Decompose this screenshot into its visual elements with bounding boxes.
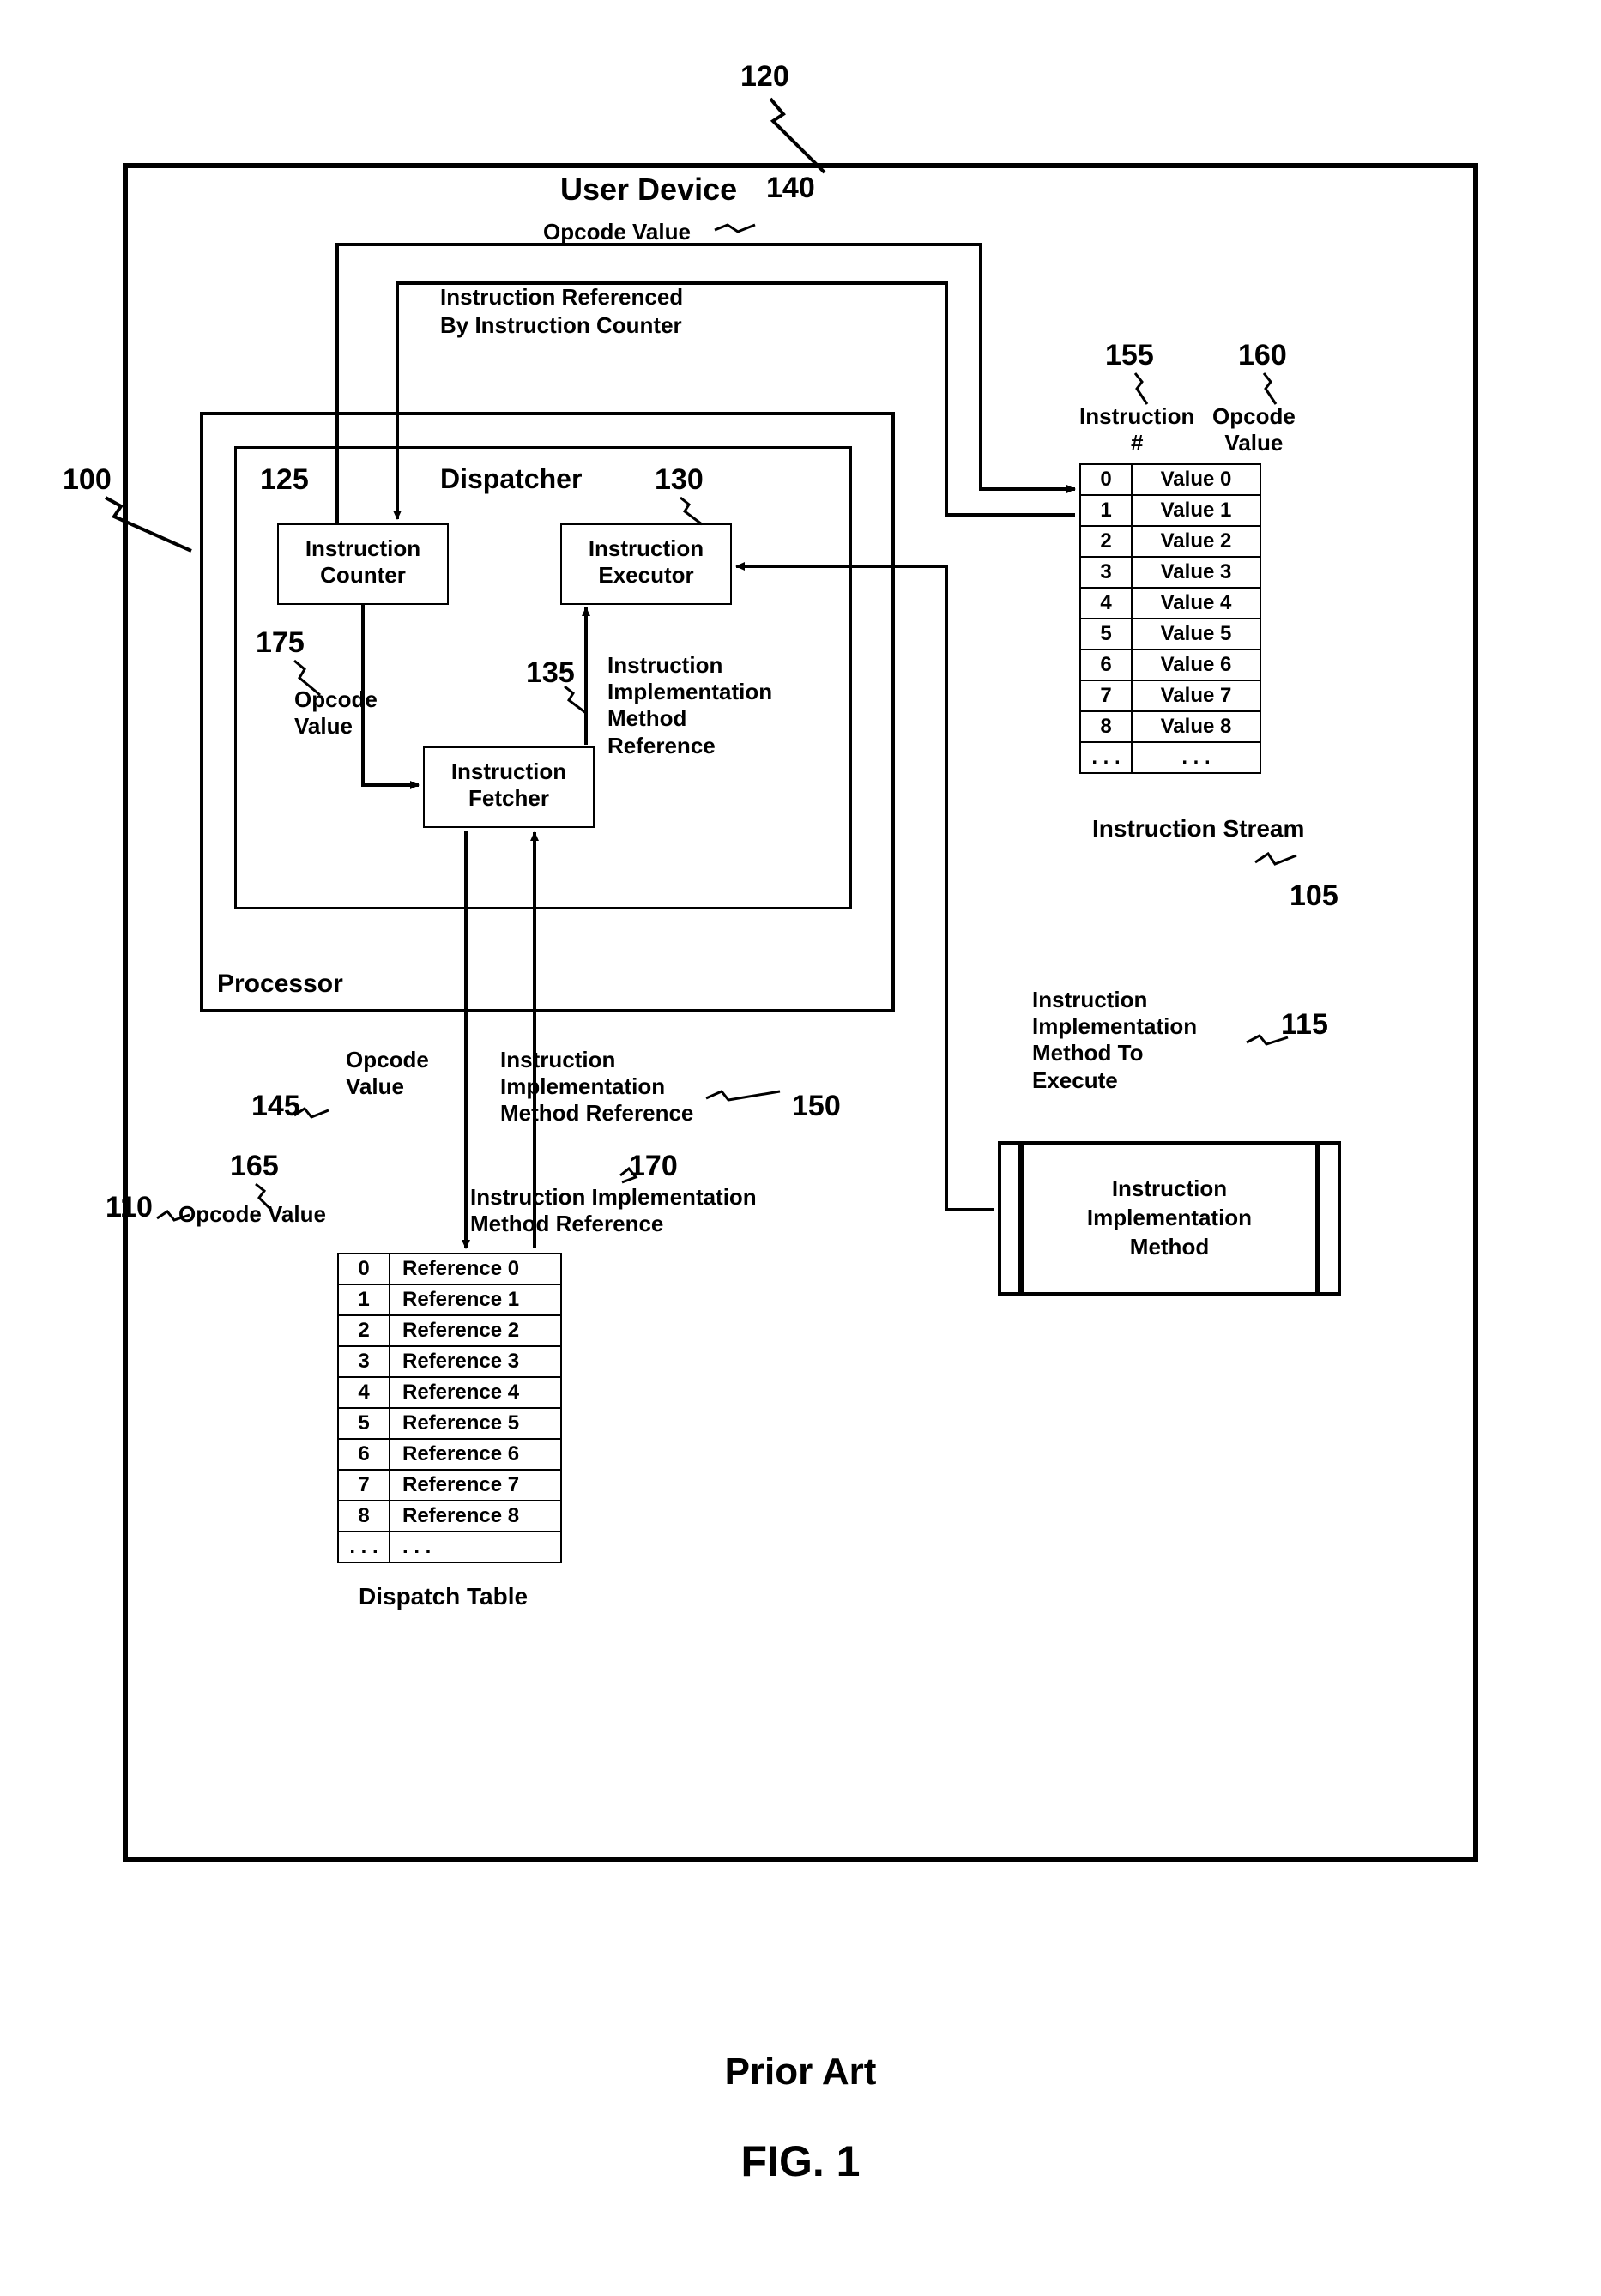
ref-115: 115: [1281, 1008, 1328, 1042]
stream-header-instr: Instruction#: [1079, 403, 1194, 456]
iimr-170-label: Instruction ImplementationMethod Referen…: [470, 1184, 757, 1237]
iimr-135-label: InstructionImplementationMethodReference: [607, 652, 772, 759]
opcode-value-145-label: OpcodeValue: [346, 1047, 429, 1100]
iimr-150-label: InstructionImplementationMethod Referenc…: [500, 1047, 693, 1127]
instruction-fetcher-box: InstructionFetcher: [423, 746, 595, 828]
ref-155: 155: [1105, 339, 1154, 372]
fig-1-caption: FIG. 1: [37, 2136, 1564, 2186]
user-device-label: User Device: [560, 172, 737, 208]
opcode-value-140-label: Opcode Value: [543, 219, 691, 245]
dispatch-table: 0Reference 0 1Reference 1 2Reference 2 3…: [337, 1253, 562, 1563]
instruction-executor-label: InstructionExecutor: [589, 535, 704, 588]
dispatcher-label: Dispatcher: [440, 463, 582, 495]
instruction-executor-box: InstructionExecutor: [560, 523, 732, 605]
diagram-canvas: User Device 120 Processor Dispatcher Ins…: [37, 34, 1564, 2248]
stream-header-opcode: OpcodeValue: [1212, 403, 1296, 456]
ref-175: 175: [256, 626, 305, 660]
ref-135: 135: [526, 656, 575, 690]
opcode-value-165-label: Opcode Value: [178, 1201, 326, 1228]
instruction-counter-box: InstructionCounter: [277, 523, 449, 605]
instruction-stream-table: 0Value 0 1Value 1 2Value 2 3Value 3 4Val…: [1079, 463, 1261, 774]
iim-box: InstructionImplementationMethod: [998, 1141, 1341, 1296]
ref-110: 110: [106, 1191, 153, 1224]
instruction-stream-label: Instruction Stream: [1092, 815, 1304, 843]
ref-150: 150: [792, 1090, 841, 1123]
ref-105: 105: [1290, 879, 1338, 913]
ref-170: 170: [629, 1150, 678, 1183]
ref-140: 140: [766, 172, 815, 205]
iim-to-execute-label: InstructionImplementationMethod ToExecut…: [1032, 987, 1197, 1094]
ref-120: 120: [740, 60, 789, 94]
processor-label: Processor: [217, 970, 343, 999]
instruction-counter-label: InstructionCounter: [305, 535, 420, 588]
ref-160: 160: [1238, 339, 1287, 372]
ref-145: 145: [251, 1090, 300, 1123]
ref-165: 165: [230, 1150, 279, 1183]
ref-130: 130: [655, 463, 704, 497]
dispatch-table-label: Dispatch Table: [359, 1583, 528, 1610]
instr-ref-by-counter-label: Instruction ReferencedBy Instruction Cou…: [440, 283, 683, 339]
ref-100: 100: [63, 463, 112, 497]
iim-box-label: InstructionImplementationMethod: [1001, 1175, 1338, 1261]
prior-art-caption: Prior Art: [37, 2051, 1564, 2094]
opcode-value-175-label: OpcodeValue: [294, 686, 378, 740]
instruction-fetcher-label: InstructionFetcher: [451, 758, 566, 811]
ref-125: 125: [260, 463, 309, 497]
